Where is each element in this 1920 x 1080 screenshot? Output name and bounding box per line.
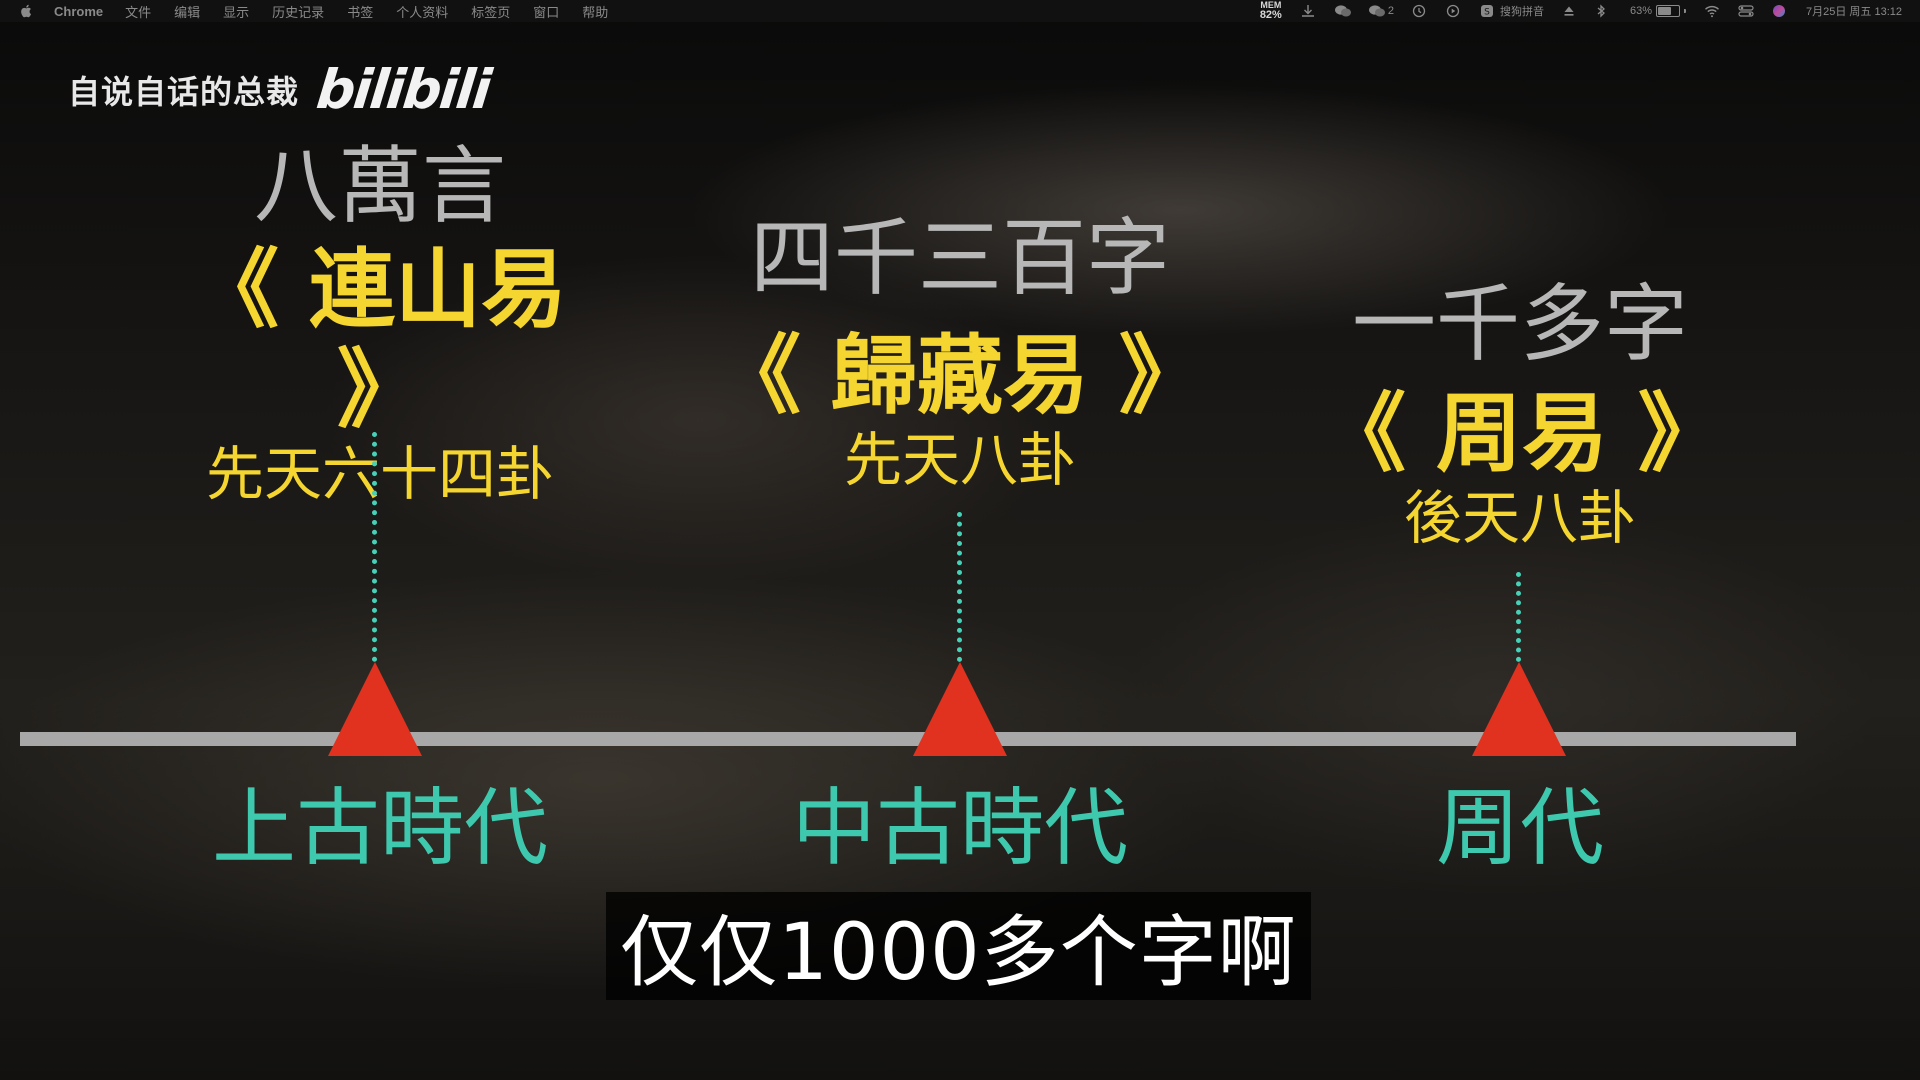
menu-tabs[interactable]: 标签页 <box>471 2 510 21</box>
menu-edit[interactable]: 编辑 <box>174 2 200 21</box>
subtitle-caption: 仅仅1000多个字啊 <box>606 892 1311 1000</box>
lianshan-trigrams: 先天六十四卦 <box>205 440 554 508</box>
download-icon[interactable] <box>1300 4 1316 18</box>
menu-profiles[interactable]: 个人资料 <box>396 2 448 21</box>
menubar-clock[interactable]: 7月25日 周五 13:12 <box>1806 3 1902 19</box>
guicang-trigrams: 先天八卦 <box>843 426 1076 494</box>
svg-text:S: S <box>1484 8 1490 18</box>
guicang-title: 《 歸藏易 》 <box>715 326 1205 426</box>
zhonggu-marker <box>913 662 1007 756</box>
apple-icon[interactable] <box>20 4 32 18</box>
era-shanggu: 上古時代 <box>211 779 548 877</box>
channel-watermark: 自说自话的总裁 bilibili <box>68 58 493 121</box>
zhouyi-title: 《 周易 》 <box>1320 384 1724 484</box>
app-name-menu[interactable]: Chrome <box>54 4 103 19</box>
wechat-work-icon <box>1368 4 1385 18</box>
zhouyi-trigrams: 後天八卦 <box>1403 484 1636 552</box>
battery-icon <box>1656 5 1680 17</box>
era-zhoudai: 周代 <box>1435 779 1604 877</box>
menu-view[interactable]: 显示 <box>223 2 249 21</box>
wifi-icon[interactable] <box>1704 4 1720 18</box>
battery-status[interactable]: 63% <box>1630 5 1686 17</box>
control-center-icon[interactable] <box>1738 4 1754 18</box>
menu-bookmarks[interactable]: 书签 <box>347 2 373 21</box>
menu-bar: Chrome 文件 编辑 显示 历史记录 书签 个人资料 标签页 窗口 帮助 M… <box>0 0 1920 22</box>
menu-help[interactable]: 帮助 <box>582 2 608 21</box>
memory-value: 82% <box>1259 9 1282 21</box>
input-method-label: 搜狗拼音 <box>1499 6 1544 18</box>
guicang-block: 四千三百字 《 歸藏易 》 先天八卦 <box>710 210 1210 494</box>
clock-icon[interactable] <box>1412 4 1428 18</box>
subtitle-text: 仅仅1000多个字啊 <box>620 908 1297 998</box>
lianshan-word-count: 八萬言 <box>253 137 506 235</box>
era-zhonggu: 中古時代 <box>791 779 1128 877</box>
menu-file[interactable]: 文件 <box>125 2 151 21</box>
sogou-icon: S <box>1480 4 1496 18</box>
wechat-icon[interactable] <box>1334 4 1351 18</box>
wechat-work-tray[interactable]: 2 <box>1368 4 1394 18</box>
menu-history[interactable]: 历史记录 <box>272 2 324 21</box>
guicang-connector <box>957 512 962 662</box>
menu-window[interactable]: 窗口 <box>533 2 559 21</box>
bilibili-logo: bilibili <box>313 58 493 121</box>
zhouyi-word-count: 一千多字 <box>1351 275 1688 373</box>
input-method-menu[interactable]: S 搜狗拼音 <box>1480 3 1544 19</box>
bluetooth-icon[interactable] <box>1596 4 1612 18</box>
battery-fill <box>1658 7 1671 15</box>
zhouyi-block: 一千多字 《 周易 》 後天八卦 <box>1320 275 1724 552</box>
wechat-badge-count: 2 <box>1387 5 1394 17</box>
zhoudai-marker <box>1472 662 1566 756</box>
eject-icon[interactable] <box>1562 4 1578 18</box>
battery-nub <box>1684 9 1686 13</box>
lianshan-title: 《 連山易 》 <box>193 240 567 440</box>
memory-monitor[interactable]: MEM 82% <box>1260 1 1282 21</box>
guicang-word-count: 四千三百字 <box>749 209 1170 307</box>
play-icon[interactable] <box>1446 4 1462 18</box>
shanggu-marker <box>328 662 422 756</box>
lianshan-connector <box>372 432 377 662</box>
battery-percent: 63% <box>1629 5 1652 17</box>
zhouyi-connector <box>1516 572 1521 662</box>
video-frame: Chrome 文件 编辑 显示 历史记录 书签 个人资料 标签页 窗口 帮助 M… <box>0 0 1920 1080</box>
channel-name: 自说自话的总裁 <box>68 72 300 111</box>
lianshan-block: 八萬言 《 連山易 》 先天六十四卦 <box>170 138 590 508</box>
siri-icon[interactable] <box>1772 4 1788 18</box>
